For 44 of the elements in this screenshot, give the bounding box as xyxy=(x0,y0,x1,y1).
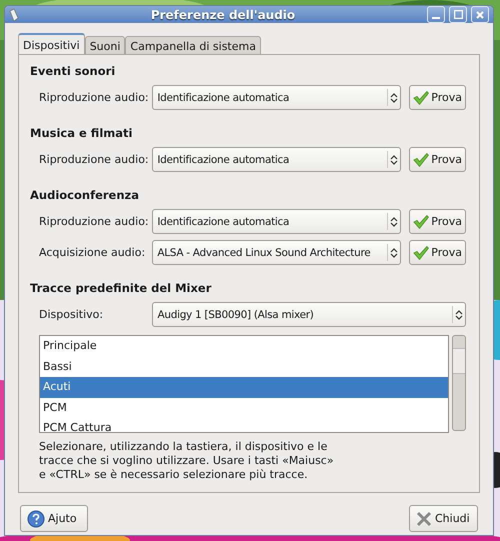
close-dialog-button[interactable]: Chiudi xyxy=(409,505,478,532)
mixer-dropdown[interactable]: Audigy 1 [SB0090] (Alsa mixer) xyxy=(152,302,466,327)
track-item[interactable]: Acuti xyxy=(40,377,448,398)
field-label: Riproduzione audio: xyxy=(39,91,150,104)
help-button[interactable]: Ajuto xyxy=(20,505,88,532)
minimize-icon xyxy=(432,16,440,18)
test-button[interactable]: Prova xyxy=(409,147,466,172)
checkmark-icon xyxy=(413,88,430,106)
field-label: Riproduzione audio: xyxy=(39,215,150,228)
updown-arrow-icon xyxy=(388,246,400,258)
section-heading: Eventi sonori xyxy=(30,64,116,78)
field-label: Dispositivo: xyxy=(39,308,104,321)
window-title: Preferenze dell'audio xyxy=(150,8,296,22)
updown-arrow-icon xyxy=(388,216,400,228)
close-icon xyxy=(416,510,432,526)
checkmark-icon xyxy=(413,212,430,230)
device-dropdown[interactable]: Identificazione automatica xyxy=(152,85,401,110)
device-dropdown[interactable]: Identificazione automatica xyxy=(152,147,401,172)
close-icon xyxy=(476,10,484,18)
scrollbar[interactable] xyxy=(452,335,466,431)
test-button[interactable]: Prova xyxy=(409,85,466,110)
test-button[interactable]: Prova xyxy=(409,240,466,265)
section-heading: Tracce predefinite del Mixer xyxy=(30,281,212,295)
device-dropdown[interactable]: Identificazione automatica xyxy=(152,209,401,234)
checkmark-icon xyxy=(413,150,430,168)
maximize-icon xyxy=(454,10,462,19)
section-heading: Audioconferenza xyxy=(30,188,140,202)
close-button[interactable] xyxy=(471,6,489,23)
updown-arrow-icon xyxy=(453,308,465,320)
checkmark-icon xyxy=(413,244,430,262)
hint-text: Selezionare, utilizzando la tastiera, il dispositivo e le tracce che si voglino utilizzare. Usare i tasti «Maiusc» e «CTRL» se è necessario selezionare più tracce. xyxy=(39,440,335,482)
help-icon xyxy=(27,510,45,528)
tab[interactable]: Dispositivi xyxy=(18,33,85,55)
field-label: Acquisizione audio: xyxy=(39,246,146,259)
field-label: Riproduzione audio: xyxy=(39,153,150,166)
test-button[interactable]: Prova xyxy=(409,209,466,234)
maximize-button[interactable] xyxy=(449,6,467,23)
tab[interactable]: Suoni xyxy=(84,36,126,55)
section-heading: Musica e filmati xyxy=(30,126,134,140)
minimize-button[interactable] xyxy=(427,6,445,23)
updown-arrow-icon xyxy=(388,154,400,166)
tab[interactable]: Campanella di sistema xyxy=(125,36,261,55)
updown-arrow-icon xyxy=(388,92,400,104)
device-dropdown[interactable]: ALSA - Advanced Linux Sound Architecture xyxy=(152,240,401,265)
